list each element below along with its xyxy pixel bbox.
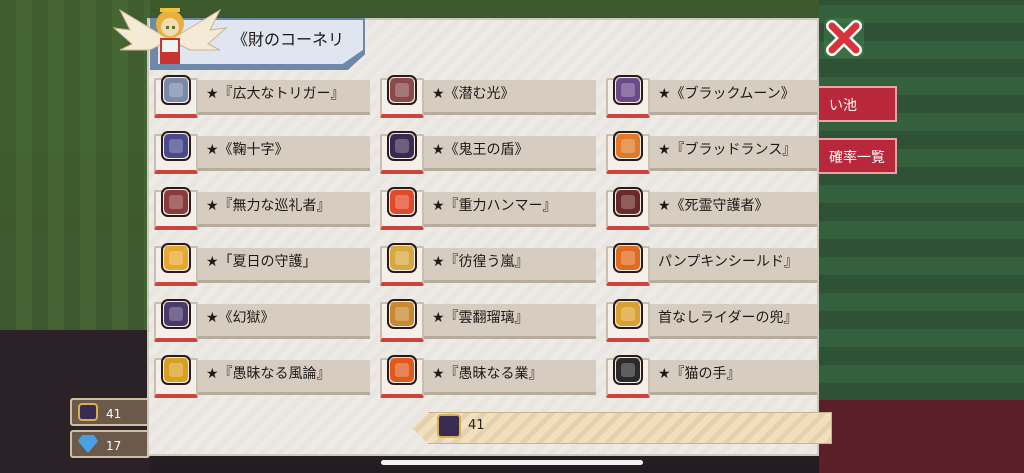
item-label: ★『愚昧なる風論』 [206, 366, 331, 382]
item-slot[interactable]: ★『広大なトリガー』 [152, 75, 370, 120]
blade-icon [387, 75, 417, 105]
item-label: ★『ブラッドランス』 [658, 142, 797, 158]
item-label: ★《死霊守護者》 [658, 198, 769, 214]
item-label: 首なしライダーの兜』 [658, 310, 798, 326]
item-label: ★「夏日の守護」 [206, 254, 317, 270]
item-slot[interactable]: ★『愚昧なる業』 [378, 355, 596, 400]
side-tab-probability-label: 確率一覧 [829, 150, 885, 166]
item-slot[interactable]: ★《幻獄》 [152, 299, 370, 344]
necro-glove-icon [613, 187, 643, 217]
item-slot[interactable]: 首なしライダーの兜』 [604, 299, 817, 344]
pilgrim-helm-icon [161, 187, 191, 217]
angel-avatar-icon [112, 8, 228, 64]
storm-ring-icon [387, 243, 417, 273]
item-slot[interactable]: ★《鞠十字》 [152, 131, 370, 176]
side-tab-pond-label: い池 [829, 98, 857, 114]
cat-paw-icon [613, 355, 643, 385]
headless-helm-icon [613, 299, 643, 329]
item-label: ★『猫の手』 [658, 366, 741, 382]
flame-staff-icon [387, 355, 417, 385]
item-label: ★『愚昧なる業』 [432, 366, 543, 382]
item-label: パンプキンシールド』 [658, 254, 798, 270]
item-label: ★《鞠十字》 [206, 142, 289, 158]
item-slot[interactable]: ★『重力ハンマー』 [378, 187, 596, 232]
diamond-count: 17 [106, 439, 122, 453]
item-label: ★『広大なトリガー』 [206, 86, 345, 102]
side-tab-pond[interactable]: い池 [815, 86, 897, 122]
diamond-icon [78, 435, 98, 453]
item-label: ★《ブラックムーン》 [658, 86, 795, 102]
home-indicator[interactable] [381, 460, 643, 465]
item-label: ★『雲翻瑠璃』 [432, 310, 529, 326]
gravity-hammer-icon [387, 187, 417, 217]
black-moon-icon [613, 75, 643, 105]
close-icon[interactable] [820, 14, 868, 62]
side-tab-probability[interactable]: 確率一覧 [815, 138, 897, 174]
pumpkin-shield-icon [613, 243, 643, 273]
item-label: ★『彷徨う嵐』 [432, 254, 529, 270]
gem-box-icon [78, 403, 98, 421]
gem-box-count: 41 [106, 407, 122, 421]
item-label: ★《潜む光》 [432, 86, 515, 102]
gem-box-counter: 41 [70, 398, 150, 426]
demon-shield-icon [387, 131, 417, 161]
item-slot[interactable]: ★『彷徨う嵐』 [378, 243, 596, 288]
diamond-counter: 17 [70, 430, 150, 458]
item-slot[interactable]: ★「夏日の守護」 [152, 243, 370, 288]
item-label: ★『重力ハンマー』 [432, 198, 557, 214]
map-carpet-right [819, 400, 1024, 473]
item-slot[interactable]: ★『猫の手』 [604, 355, 817, 400]
item-label: ★『無力な巡礼者』 [206, 198, 331, 214]
item-label: ★《幻獄》 [206, 310, 275, 326]
item-slot[interactable]: ★《潜む光》 [378, 75, 596, 120]
item-slot[interactable]: ★《ブラックムーン》 [604, 75, 817, 120]
item-slot[interactable]: ★『雲翻瑠璃』 [378, 299, 596, 344]
item-label: ★《鬼王の盾》 [432, 142, 529, 158]
trigger-icon [161, 75, 191, 105]
item-slot[interactable]: ★《死霊守護者》 [604, 187, 817, 232]
item-slot[interactable]: ★『無力な巡礼者』 [152, 187, 370, 232]
item-slot[interactable]: ★『ブラッドランス』 [604, 131, 817, 176]
summer-fan-icon [161, 243, 191, 273]
item-slot[interactable]: ★《鬼王の盾》 [378, 131, 596, 176]
cross-shield-icon [161, 131, 191, 161]
panel-title: 《財のコーネリ [232, 30, 345, 49]
footer-count: 41 [468, 418, 485, 433]
cloud-amulet-icon [387, 299, 417, 329]
phantom-mace-icon [161, 299, 191, 329]
item-list-panel[interactable]: ★『広大なトリガー』 ★《潜む光》 ★《ブラックムーン》 ★《鞠十字》 ★《鬼王の盾》 ★… [147, 18, 819, 456]
gem-box-footer-icon [437, 414, 461, 438]
item-slot[interactable]: ★『愚昧なる風論』 [152, 355, 370, 400]
gold-ring-icon [161, 355, 191, 385]
blood-lance-icon [613, 131, 643, 161]
item-slot[interactable]: パンプキンシールド』 [604, 243, 817, 288]
